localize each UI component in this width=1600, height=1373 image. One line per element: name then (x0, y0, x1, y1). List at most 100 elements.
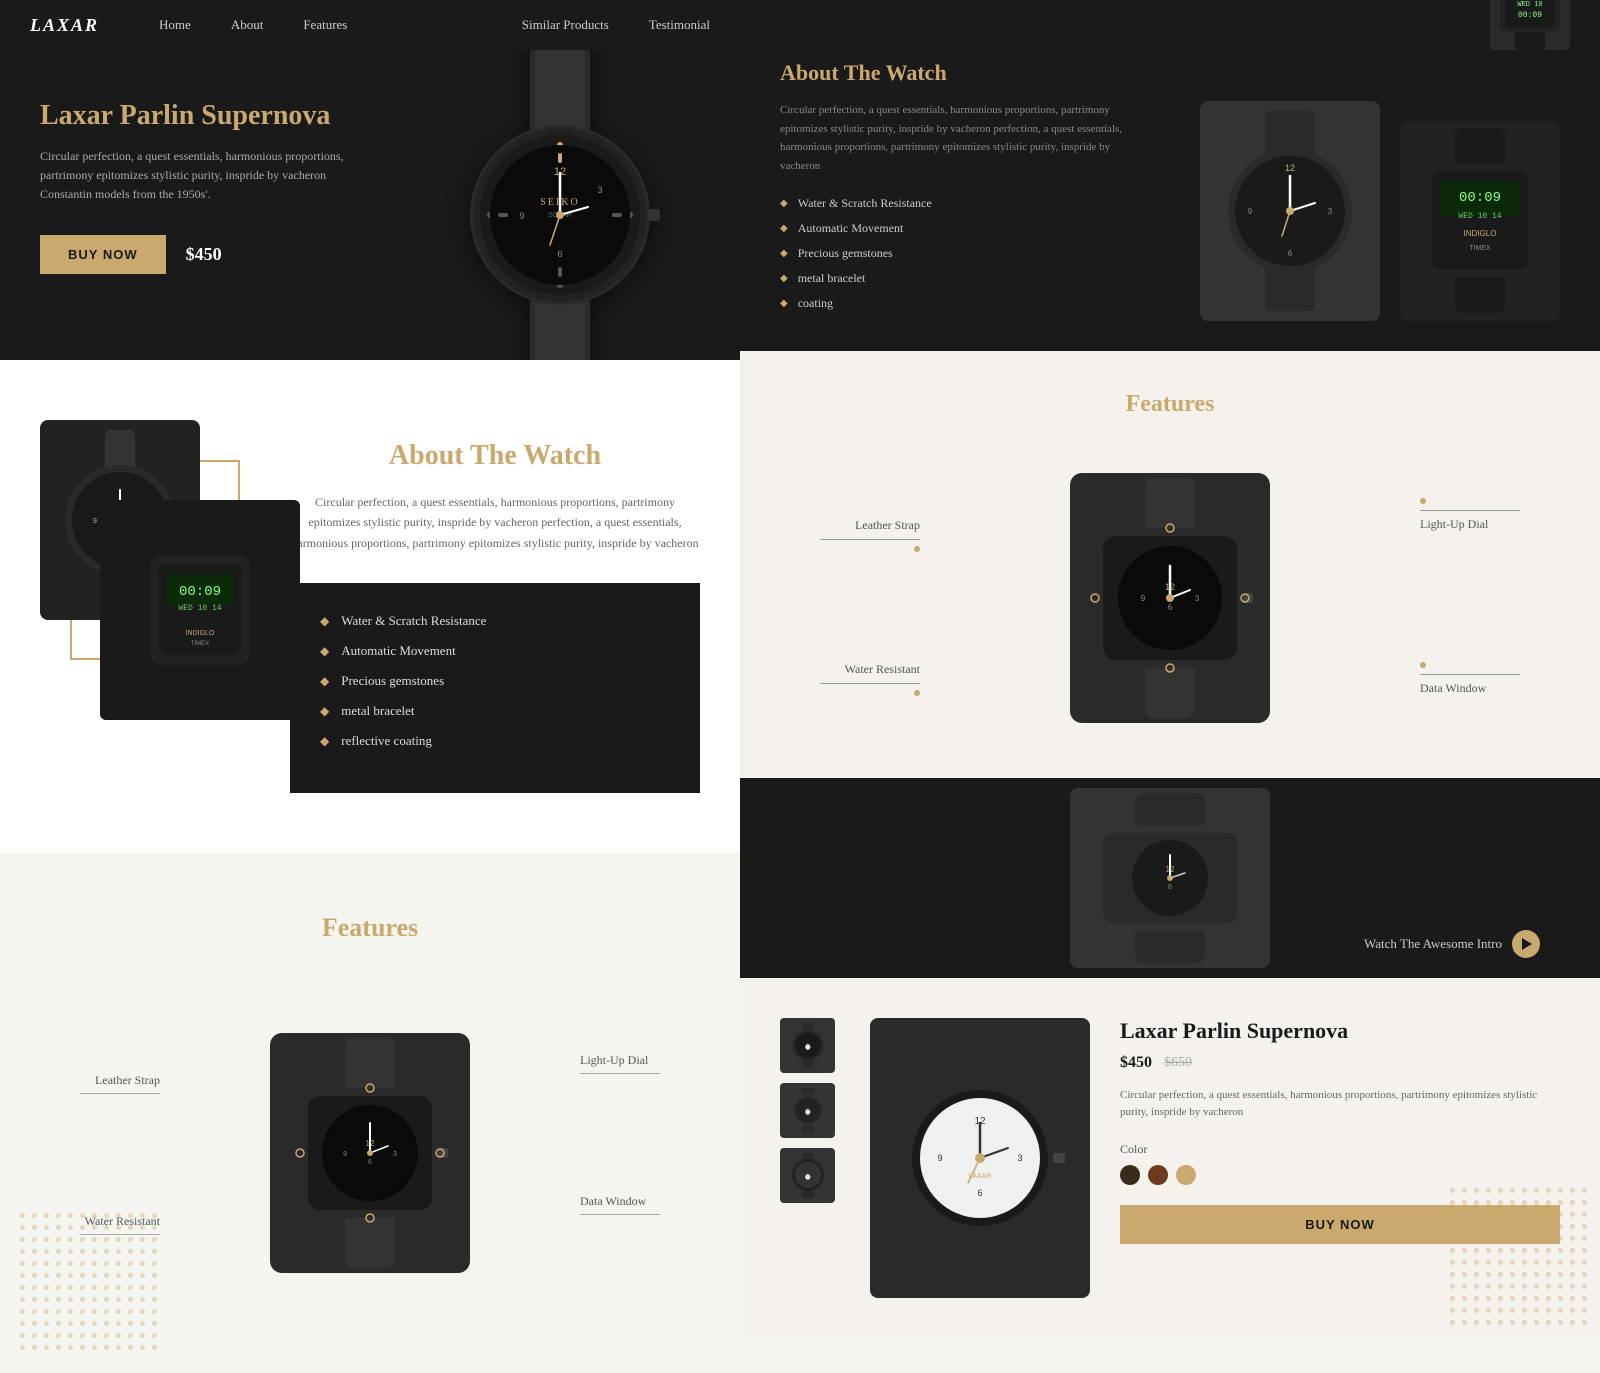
color-swatch-dark[interactable] (1120, 1165, 1140, 1185)
video-watch-image: 12 6 (1070, 788, 1270, 968)
svg-text:INDIGLO: INDIGLO (186, 630, 215, 637)
feature-item-bracelet: ◆ metal bracelet (320, 703, 670, 719)
color-swatch-brown[interactable] (1148, 1165, 1168, 1185)
right-feature-text-bracelet: metal bracelet (798, 271, 866, 286)
right-features-title: Features (780, 391, 1560, 418)
diamond-icon-right-movement: ◆ (780, 223, 788, 234)
color-swatches (1120, 1165, 1560, 1185)
right-feature-text-gemstones: Precious gemstones (798, 246, 893, 261)
product-thumb-3[interactable]: ⌚ (780, 1148, 835, 1203)
product-thumbnails: ⌚ ⌚ ⌚ (780, 1018, 840, 1203)
nav-home[interactable]: Home (159, 17, 191, 33)
product-description: Circular perfection, a quest essentials,… (1120, 1087, 1560, 1122)
svg-text:00:09: 00:09 (1459, 190, 1501, 206)
features-list-left: ◆ Water & Scratch Resistance ◆ Automatic… (290, 583, 700, 793)
navigation: LAXAR Home About Features Similar Produc… (0, 0, 740, 50)
svg-text:3: 3 (1017, 1153, 1022, 1163)
features-watch-center-left: 12 6 3 9 (270, 1033, 470, 1273)
svg-text:00:09: 00:09 (179, 584, 221, 600)
svg-text:9: 9 (519, 211, 524, 221)
product-section: ⌚ ⌚ ⌚ (740, 978, 1600, 1338)
diamond-icon-water: ◆ (320, 614, 329, 629)
features-diagram-left: Leather Strap Water Resistant 12 6 3 9 (40, 993, 700, 1313)
right-features-watch-center: 12 6 3 9 (1070, 473, 1270, 723)
hero-section: Laxar Parlin Supernova Circular perfecti… (0, 50, 740, 360)
right-feature-coating: ◆ coating (780, 296, 1180, 311)
svg-text:12: 12 (1285, 163, 1295, 173)
product-main-image: 12 6 3 9 LAXAR (870, 1018, 1090, 1298)
right-feature-gemstones: ◆ Precious gemstones (780, 246, 1180, 261)
about-title-left: About The Watch (290, 440, 700, 472)
about-content: About The Watch Circular perfection, a q… (290, 420, 700, 793)
svg-text:6: 6 (1168, 603, 1173, 612)
right-about-section: WED 10 00:09 About The Watch Circular pe… (740, 0, 1600, 351)
video-intro-text: Watch The Awesome Intro (1364, 930, 1540, 958)
nav-features[interactable]: Features (303, 17, 347, 33)
nav-similar-products[interactable]: Similar Products (522, 17, 609, 33)
video-label: Watch The Awesome Intro (1364, 936, 1502, 952)
feature-text-coating: reflective coating (341, 733, 432, 749)
diamond-icon-gemstones: ◆ (320, 674, 329, 689)
diamond-icon-right-water: ◆ (780, 198, 788, 209)
hero-price: $450 (186, 244, 222, 265)
right-digital-watch-image: 00:09 WED 10 14 INDIGLO TIMEX (1400, 121, 1560, 321)
svg-text:9: 9 (1248, 207, 1253, 216)
svg-text:9: 9 (937, 1153, 942, 1163)
svg-text:TIMEX: TIMEX (191, 641, 209, 647)
diamond-icon-movement: ◆ (320, 644, 329, 659)
svg-text:3: 3 (393, 1151, 397, 1158)
right-label-data-window: Data Window (1420, 681, 1520, 696)
svg-text:9: 9 (343, 1151, 347, 1158)
nav-about[interactable]: About (231, 17, 264, 33)
color-label: Color (1120, 1142, 1560, 1157)
svg-text:9: 9 (93, 518, 97, 525)
product-price-new: $450 (1120, 1054, 1152, 1072)
diamond-icon-right-gemstones: ◆ (780, 248, 788, 259)
right-about-title: About The Watch (780, 60, 1180, 86)
dots-decoration-right (1450, 1188, 1590, 1328)
product-thumb-2[interactable]: ⌚ (780, 1083, 835, 1138)
about-section-left: 12 6 3 9 (0, 360, 740, 853)
svg-text:6: 6 (1168, 884, 1172, 891)
feature-item-coating: ◆ reflective coating (320, 733, 670, 749)
svg-text:3: 3 (1195, 594, 1200, 603)
color-swatch-light[interactable] (1176, 1165, 1196, 1185)
right-label-lightup-dial: Light-Up Dial (1420, 517, 1520, 532)
svg-text:TIMEX: TIMEX (1469, 245, 1491, 252)
svg-text:00:09: 00:09 (1518, 11, 1542, 20)
svg-text:WED 10: WED 10 (1517, 1, 1542, 9)
svg-text:6: 6 (1288, 249, 1293, 258)
product-thumb-1[interactable]: ⌚ (780, 1018, 835, 1073)
nav-testimonial[interactable]: Testimonial (649, 17, 710, 33)
right-feature-water: ◆ Water & Scratch Resistance (780, 196, 1180, 211)
hero-watch-image: 12 3 6 9 SEIKO SOLAR (420, 50, 700, 360)
right-about-description: Circular perfection, a quest essentials,… (780, 101, 1140, 176)
play-button[interactable] (1512, 930, 1540, 958)
svg-text:3: 3 (597, 185, 602, 195)
right-top-watch-small: WED 10 00:09 (1490, 0, 1570, 50)
feature-text-movement: Automatic Movement (341, 643, 455, 659)
right-label-water-resistant: Water Resistant (820, 662, 920, 677)
svg-text:INDIGLO: INDIGLO (1464, 229, 1497, 238)
logo-text-ar: AR (71, 15, 99, 35)
brand-logo[interactable]: LAXAR (30, 15, 99, 36)
right-analog-watch-image: 12 6 3 9 (1200, 101, 1380, 321)
product-price-row: $450 $650 (1120, 1054, 1560, 1072)
right-features-diagram: Leather Strap Water Resistant 12 (780, 458, 1560, 738)
logo-text-x: X (57, 15, 71, 35)
video-section: 12 6 Watch The Awesome Intro (740, 778, 1600, 978)
diamond-icon-right-coating: ◆ (780, 298, 788, 309)
hero-title: Laxar Parlin Supernova (40, 100, 390, 132)
features-section-left: Features for(let i=0;i<144;i++) document… (0, 853, 740, 1373)
svg-text:3: 3 (1328, 207, 1333, 216)
svg-text:WED 10 14: WED 10 14 (178, 604, 221, 613)
right-features-section: Features Leather Strap Water Resistant (740, 351, 1600, 778)
diamond-icon-coating: ◆ (320, 734, 329, 749)
diamond-icon-bracelet: ◆ (320, 704, 329, 719)
right-feature-text-movement: Automatic Movement (798, 221, 904, 236)
digital-watch-overlay: 00:09 WED 10 14 INDIGLO TIMEX (100, 500, 300, 720)
feature-item-movement: ◆ Automatic Movement (320, 643, 670, 659)
buy-now-button[interactable]: BUY NOW (40, 235, 166, 274)
svg-text:9: 9 (1141, 594, 1146, 603)
svg-text:6: 6 (368, 1159, 372, 1166)
